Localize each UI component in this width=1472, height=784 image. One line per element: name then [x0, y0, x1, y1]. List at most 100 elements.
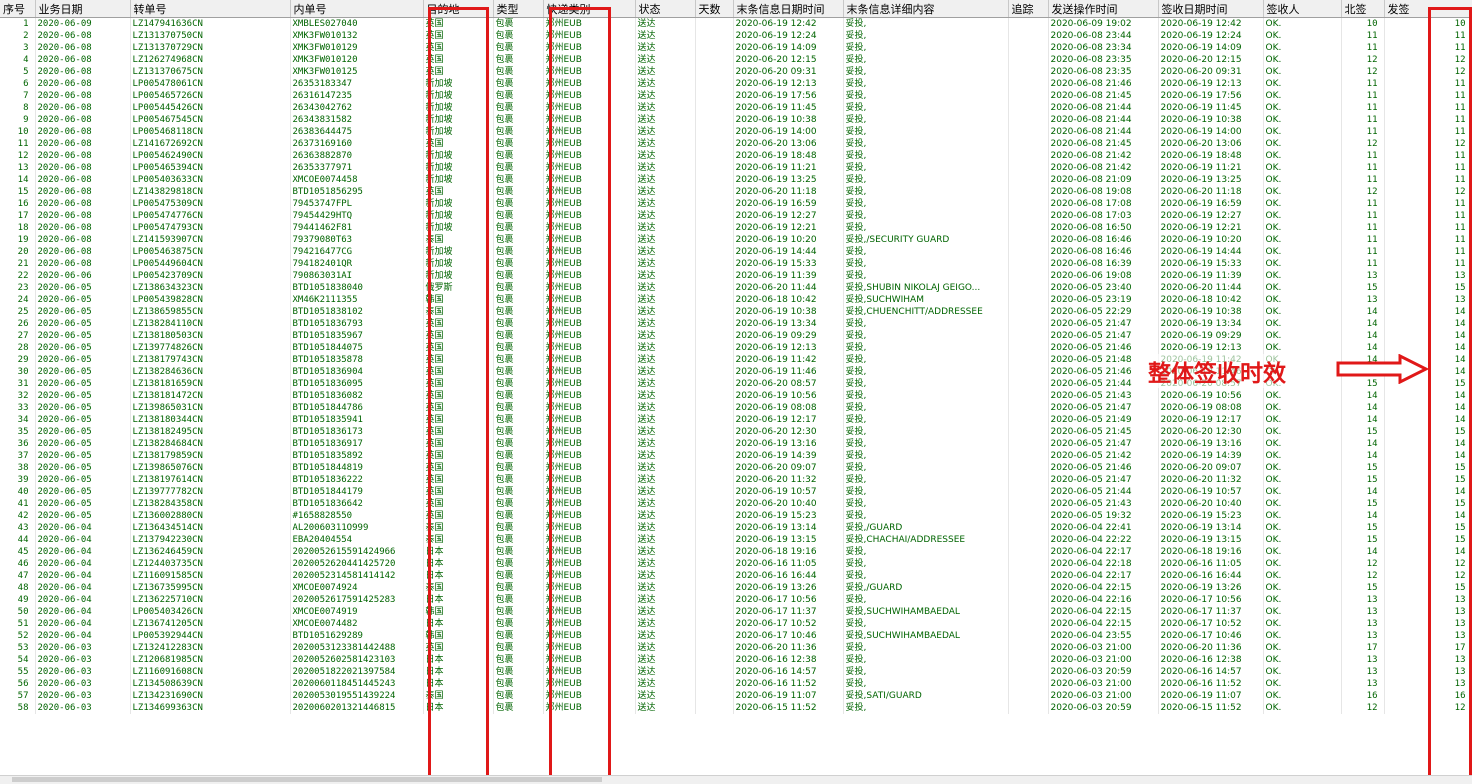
cell-col-status: 送达: [635, 174, 696, 186]
table-row[interactable]: 11 2020-06-08 LZ141672692CN 26373169160 英国 包裹…: [0, 138, 1472, 150]
cell-col-signer: OK.: [1263, 402, 1342, 414]
table-row[interactable]: 48 2020-06-04 LZ136735995CN XMCOE0074924 泰国包…: [0, 582, 1472, 594]
cell-col-type: 包裹: [493, 546, 544, 558]
table-row[interactable]: 43 2020-06-04 LZ136434514CN AL20060311O999 泰…: [0, 522, 1472, 534]
table-row[interactable]: 44 2020-06-04 LZ137942230CN EBA20404554 泰国 包裹…: [0, 534, 1472, 546]
cell-col-destination: 日本: [423, 558, 494, 570]
cell-col-inner-no: 26353377971: [290, 162, 424, 174]
cell-col-inner-no: 2020052620441425720: [290, 558, 424, 570]
table-row[interactable]: 1 2020-06-09 LZ147941636CN XMBLES027040 英国 包裹…: [0, 17, 1472, 30]
table-row[interactable]: 2 2020-06-08 LZ131370750CN XMK3FW010132 英国 包裹…: [0, 30, 1472, 42]
table-row[interactable]: 34 2020-06-05 LZ138180344CN BTD1051835941 英国…: [0, 414, 1472, 426]
header-col-send-sign[interactable]: 发签: [1384, 0, 1472, 18]
table-row[interactable]: 9 2020-06-08 LP005467545CN 26343831582 新加坡 包裹…: [0, 114, 1472, 126]
cell-col-business-date: 2020-06-05: [35, 402, 131, 414]
cell-col-destination: 泰国: [423, 582, 494, 594]
table-row[interactable]: 18 2020-06-08 LP005474793CN 79441462F81 新加坡包…: [0, 222, 1472, 234]
table-row[interactable]: 39 2020-06-05 LZ138197614CN BTD1051836222 英国…: [0, 474, 1472, 486]
table-row[interactable]: 54 2020-06-03 LZ120681985CN 202005260258142…: [0, 654, 1472, 666]
cell-col-type: 包裹: [493, 690, 544, 702]
table-row[interactable]: 33 2020-06-05 LZ139865031CN BTD1051844786 英国…: [0, 402, 1472, 414]
table-row[interactable]: 16 2020-06-08 LP005475309CN 79453747FPL 新加坡包…: [0, 198, 1472, 210]
cell-col-north-sign: 12: [1341, 702, 1385, 714]
header-col-business-date[interactable]: 业务日期: [35, 0, 131, 18]
table-row[interactable]: 12 2020-06-08 LP005462490CN 26363882870 新加坡包…: [0, 150, 1472, 162]
table-row[interactable]: 20 2020-06-08 LP005463875CN 794216477CG 新加坡包…: [0, 246, 1472, 258]
table-row[interactable]: 47 2020-06-04 LZ116091585CN 202005231458141…: [0, 570, 1472, 582]
cell-col-express-type: 郑州EUB: [543, 606, 636, 618]
table-row[interactable]: 23 2020-06-05 LZ138634323CN BTD1051838040 俄罗…: [0, 282, 1472, 294]
table-row[interactable]: 51 2020-06-04 LZ136741205CN XMCOE0074482 日本包…: [0, 618, 1472, 630]
cell-col-last-info-time: 2020-06-19 10:56: [733, 390, 844, 402]
table-row[interactable]: 28 2020-06-05 LZ139774826CN BTD1051844075 英国…: [0, 342, 1472, 354]
table-row[interactable]: 52 2020-06-04 LP005392944CN BTD1051629289 韩国…: [0, 630, 1472, 642]
table-row[interactable]: 10 2020-06-08 LP005468118CN 26383644475 新加坡包…: [0, 126, 1472, 138]
cell-col-inner-no: 2020052615591424966: [290, 546, 424, 558]
table-row[interactable]: 22 2020-06-06 LP005423709CN 790863031AI 新加坡包…: [0, 270, 1472, 282]
table-row[interactable]: 5 2020-06-08 LZ131370675CN XMK3FW010125 英国 包裹…: [0, 66, 1472, 78]
table-row[interactable]: 58 2020-06-03 LZ134699363CN 202006020132144…: [0, 702, 1472, 714]
table-row[interactable]: 6 2020-06-08 LP005478061CN 26353183347 新加坡 包裹…: [0, 78, 1472, 90]
table-row[interactable]: 36 2020-06-05 LZ138284684CN BTD1051836917 英国…: [0, 438, 1472, 450]
table-row[interactable]: 15 2020-06-08 LZ143829818CN BTD1051856295 英国…: [0, 186, 1472, 198]
cell-col-last-info-detail: 妥投,: [843, 186, 1009, 198]
table-row[interactable]: 32 2020-06-05 LZ138181472CN BTD1051836082 英国…: [0, 390, 1472, 402]
table-row[interactable]: 17 2020-06-08 LP005474776CN 79454429HTQ 新加坡包…: [0, 210, 1472, 222]
header-col-send-time[interactable]: 发送操作时间: [1048, 0, 1159, 18]
table-row[interactable]: 37 2020-06-05 LZ138179859CN BTD1051835892 英国…: [0, 450, 1472, 462]
table-row[interactable]: 26 2020-06-05 LZ138284110CN BTD1051836793 英国…: [0, 318, 1472, 330]
cell-col-north-sign: 13: [1341, 594, 1385, 606]
header-col-status[interactable]: 状态: [635, 0, 696, 18]
table-row[interactable]: 50 2020-06-04 LP005403426CN XMCOE0074919 韩国包…: [0, 606, 1472, 618]
table-row[interactable]: 49 2020-06-04 LZ136225710CN 202005261759142…: [0, 594, 1472, 606]
cell-col-transfer-no: LZ141672692CN: [130, 138, 291, 150]
header-col-index[interactable]: 序号: [0, 0, 36, 18]
table-row[interactable]: 13 2020-06-08 LP005465394CN 26353377971 新加坡包…: [0, 162, 1472, 174]
cell-col-send-time: 2020-06-08 21:45: [1048, 90, 1159, 102]
cell-col-sign-time: 2020-06-19 15:33: [1158, 258, 1264, 270]
header-col-north-sign[interactable]: 北签: [1341, 0, 1385, 18]
header-col-type[interactable]: 类型: [493, 0, 544, 18]
table-row[interactable]: 21 2020-06-08 LP005449604CN 794182401QR 新加坡包…: [0, 258, 1472, 270]
header-col-signer[interactable]: 签收人: [1263, 0, 1342, 18]
table-row[interactable]: 53 2020-06-03 LZ132412283CN 202005312338144…: [0, 642, 1472, 654]
table-row[interactable]: 25 2020-06-05 LZ138659855CN BTD1051838102 泰国…: [0, 306, 1472, 318]
table-row[interactable]: 46 2020-06-04 LZ124403735CN 202005262044142…: [0, 558, 1472, 570]
header-col-track[interactable]: 追踪: [1008, 0, 1049, 18]
table-row[interactable]: 3 2020-06-08 LZ131370729CN XMK3FW010129 英国 包裹…: [0, 42, 1472, 54]
cell-col-track: [1008, 222, 1049, 234]
cell-col-status: 送达: [635, 138, 696, 150]
cell-col-inner-no: BTD1051629289: [290, 630, 424, 642]
scrollbar-thumb[interactable]: [12, 777, 602, 782]
cell-col-inner-no: 79379080T63: [290, 234, 424, 246]
header-col-express-type[interactable]: 快递类别: [543, 0, 636, 18]
cell-col-business-date: 2020-06-05: [35, 486, 131, 498]
table-row[interactable]: 8 2020-06-08 LP005445426CN 26343042762 新加坡 包裹…: [0, 102, 1472, 114]
table-row[interactable]: 19 2020-06-08 LZ141593907CN 79379080T63 泰国 包裹…: [0, 234, 1472, 246]
table-row[interactable]: 41 2020-06-05 LZ138284358CN BTD1051836642 英国…: [0, 498, 1472, 510]
table-row[interactable]: 4 2020-06-08 LZ126274968CN XMK3FW010120 英国 包裹…: [0, 54, 1472, 66]
table-row[interactable]: 40 2020-06-05 LZ139777782CN BTD1051844179 英国…: [0, 486, 1472, 498]
table-row[interactable]: 42 2020-06-05 LZ136002880CN #1658828550 英国 包裹…: [0, 510, 1472, 522]
header-col-destination[interactable]: 目的地: [423, 0, 494, 18]
table-row[interactable]: 24 2020-06-05 LP005439828CN XM46K2111355 韩国包…: [0, 294, 1472, 306]
table-row[interactable]: 45 2020-06-04 LZ136246459CN 202005261559142…: [0, 546, 1472, 558]
header-col-last-info-detail[interactable]: 末条信息详细内容: [843, 0, 1009, 18]
header-col-transfer-no[interactable]: 转单号: [130, 0, 291, 18]
table-row[interactable]: 27 2020-06-05 LZ138180503CN BTD1051835967 英国…: [0, 330, 1472, 342]
table-row[interactable]: 35 2020-06-05 LZ138182495CN BTD1051836173 英国…: [0, 426, 1472, 438]
table-row[interactable]: 55 2020-06-03 LZ116091608CN 202005182202139…: [0, 666, 1472, 678]
cell-col-inner-no: 26343042762: [290, 102, 424, 114]
cell-col-signer: OK.: [1263, 594, 1342, 606]
table-row[interactable]: 7 2020-06-08 LP005465726CN 26316147235 新加坡 包裹…: [0, 90, 1472, 102]
table-row[interactable]: 14 2020-06-08 LP005403633CN XMCOE0074458 新加坡…: [0, 174, 1472, 186]
header-col-days[interactable]: 天数: [695, 0, 734, 18]
header-col-sign-time[interactable]: 签收日期时间: [1158, 0, 1264, 18]
table-row[interactable]: 56 2020-06-03 LZ134508639CN 202006011845144…: [0, 678, 1472, 690]
table-row[interactable]: 57 2020-06-03 LZ134231690CN 202005301955143…: [0, 690, 1472, 702]
table-row[interactable]: 38 2020-06-05 LZ139865076CN BTD1051844819 英国…: [0, 462, 1472, 474]
header-col-inner-no[interactable]: 内单号: [290, 0, 424, 18]
cell-col-inner-no: XMK3FW010129: [290, 42, 424, 54]
header-col-last-info-time[interactable]: 末条信息日期时间: [733, 0, 844, 18]
cell-col-last-info-detail: 妥投,: [843, 162, 1009, 174]
